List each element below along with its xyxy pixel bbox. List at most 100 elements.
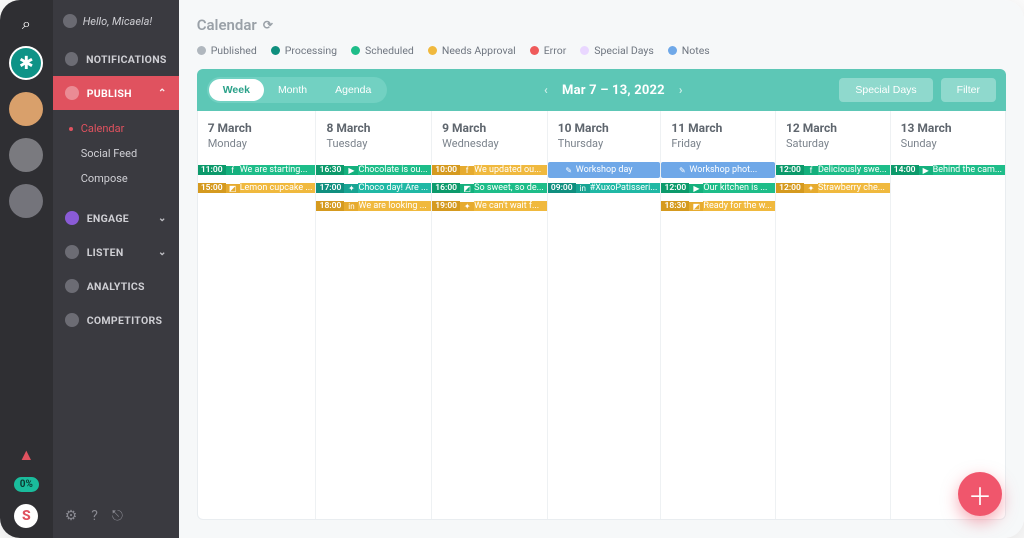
day-events: 16:30▶Chocolate is ou... 17:00✦Choco day!… <box>316 162 431 220</box>
event-time: 12:00 <box>661 183 689 193</box>
event-time: 15:00 <box>198 183 226 193</box>
pin-icon: ✎ <box>562 166 576 175</box>
refresh-icon[interactable]: ⟳ <box>263 18 273 32</box>
legend: PublishedProcessingScheduledNeeds Approv… <box>197 44 1006 57</box>
workspace-avatar-2[interactable] <box>9 92 43 126</box>
event-title: Workshop phot... <box>689 165 775 175</box>
calendar-event[interactable]: 18:30◩Ready for the w... <box>661 198 775 214</box>
event-time: 18:30 <box>661 201 689 211</box>
publish-submenu: Calendar Social Feed Compose <box>53 110 179 201</box>
view-week-button[interactable]: Week <box>209 79 264 101</box>
special-days-button[interactable]: Special Days <box>839 78 932 102</box>
percent-pill[interactable]: 0% <box>14 477 39 492</box>
nav-listen[interactable]: LISTEN ⌄ <box>53 235 179 269</box>
event-time: 10:00 <box>432 165 460 175</box>
calendar-event[interactable]: 12:00✦Strawberry che... <box>776 180 890 196</box>
legend-item: Error <box>530 44 567 57</box>
nav-analytics[interactable]: ANALYTICS <box>53 269 179 303</box>
day-column: 10 MarchThursday✎Workshop day09:00in#Xux… <box>548 111 662 519</box>
event-title: Strawberry che... <box>818 183 890 193</box>
ig-icon: ◩ <box>226 184 240 193</box>
event-title: #XuxoPatisseri... <box>590 183 661 193</box>
nav-competitors[interactable]: COMPETITORS <box>53 303 179 337</box>
legend-dot <box>428 46 437 55</box>
chevron-down-icon: ⌄ <box>158 213 167 224</box>
calendar-event[interactable]: 18:00inWe are looking ... <box>316 198 431 214</box>
day-header: 10 MarchThursday <box>548 111 661 162</box>
logout-icon[interactable]: ⎋ <box>112 508 123 524</box>
calendar-event[interactable]: 11:00fWe are starting... <box>198 162 316 178</box>
bell-icon <box>65 52 78 66</box>
event-title: We can't wait f... <box>474 201 547 211</box>
calendar-event[interactable]: ✎Workshop phot... <box>661 162 775 178</box>
calendar-event[interactable]: 12:00▶Our kitchen is ... <box>661 180 775 196</box>
calendar-event[interactable]: 19:00✦We can't wait f... <box>432 198 547 214</box>
next-week-button[interactable]: › <box>675 83 687 97</box>
calendar-event[interactable]: 17:00✦Choco day! Are ... <box>316 180 431 196</box>
rail: ⌕ ✱ ▲ 0% S <box>0 0 53 538</box>
calendar-event[interactable]: 09:00in#XuxoPatisseri... <box>548 180 661 196</box>
day-header: 8 MarchTuesday <box>316 111 431 162</box>
greeting: Hello, Micaela! <box>53 0 179 42</box>
nav-notifications[interactable]: NOTIFICATIONS <box>53 42 179 76</box>
day-column: 7 MarchMonday11:00fWe are starting... 15:… <box>198 111 317 519</box>
nav-publish[interactable]: PUBLISH ⌃ <box>53 76 179 110</box>
s-badge[interactable]: S <box>14 504 38 528</box>
search-icon[interactable]: ⌕ <box>22 14 31 34</box>
workspace-avatar-4[interactable] <box>9 184 43 218</box>
event-title: Our kitchen is ... <box>703 183 775 193</box>
day-column: 13 MarchSunday14:00▶Behind the cam... <box>891 111 1005 519</box>
settings-icon[interactable]: ⚙ <box>65 508 78 524</box>
in-icon: in <box>576 184 590 193</box>
legend-item: Published <box>197 44 257 57</box>
pin-icon: ✎ <box>675 166 689 175</box>
workspace-avatar-main[interactable]: ✱ <box>9 46 43 80</box>
alert-icon[interactable]: ▲ <box>18 445 34 465</box>
view-month-button[interactable]: Month <box>264 79 321 101</box>
legend-item: Notes <box>668 44 710 57</box>
subnav-compose[interactable]: Compose <box>53 166 179 191</box>
user-icon <box>63 14 77 28</box>
compose-fab[interactable]: ＋ <box>958 472 1002 516</box>
calendar-event[interactable]: 15:00◩Lemon cupcake ... <box>198 180 316 196</box>
legend-item: Scheduled <box>351 44 414 57</box>
filter-button[interactable]: Filter <box>941 78 996 102</box>
calendar-event[interactable]: 16:00◩So sweet, so de... <box>432 180 547 196</box>
event-title: Choco day! Are ... <box>358 183 431 193</box>
sidebar-footer: ⚙ ? ⎋ <box>53 498 179 538</box>
event-title: We are starting... <box>240 165 316 175</box>
nav-engage[interactable]: ENGAGE ⌄ <box>53 201 179 235</box>
day-events: 14:00▶Behind the cam... <box>891 162 1005 184</box>
calendar-event[interactable]: 16:30▶Chocolate is ou... <box>316 162 431 178</box>
day-events: 11:00fWe are starting... 15:00◩Lemon cupc… <box>198 162 316 202</box>
calendar-toolbar: Week Month Agenda ‹ Mar 7 – 13, 2022 › S… <box>197 69 1006 111</box>
date-range-label: Mar 7 – 13, 2022 <box>562 83 665 98</box>
workspace-avatar-3[interactable] <box>9 138 43 172</box>
day-header: 7 MarchMonday <box>198 111 316 162</box>
event-title: Workshop day <box>576 165 661 175</box>
day-events: ✎Workshop day 09:00in#XuxoPatisseri... <box>548 162 661 202</box>
help-icon[interactable]: ? <box>91 508 98 524</box>
day-column: 9 MarchWednesday10:00fWe updated ou...16… <box>432 111 548 519</box>
publish-icon <box>65 86 79 100</box>
event-time: 12:00 <box>776 165 804 175</box>
calendar-event[interactable]: 14:00▶Behind the cam... <box>891 162 1005 178</box>
in-icon: in <box>344 202 358 211</box>
subnav-social-feed[interactable]: Social Feed <box>53 141 179 166</box>
calendar-event[interactable]: 10:00fWe updated ou... <box>432 162 547 178</box>
prev-week-button[interactable]: ‹ <box>540 83 552 97</box>
calendar-event[interactable]: ✎Workshop day <box>548 162 661 178</box>
legend-dot <box>530 46 539 55</box>
listen-icon <box>65 245 79 259</box>
view-agenda-button[interactable]: Agenda <box>321 79 385 101</box>
analytics-icon <box>65 279 79 293</box>
day-column: 8 MarchTuesday16:30▶Chocolate is ou... 17… <box>316 111 432 519</box>
day-events: 12:00fDeliciously swe...12:00✦Strawberry… <box>776 162 890 202</box>
event-title: Lemon cupcake ... <box>240 183 316 193</box>
view-segment: Week Month Agenda <box>207 77 388 103</box>
calendar-event[interactable]: 12:00fDeliciously swe... <box>776 162 890 178</box>
legend-item: Processing <box>271 44 337 57</box>
subnav-calendar[interactable]: Calendar <box>53 116 179 141</box>
tw-icon: ✦ <box>804 184 818 193</box>
f-icon: f <box>460 166 474 175</box>
